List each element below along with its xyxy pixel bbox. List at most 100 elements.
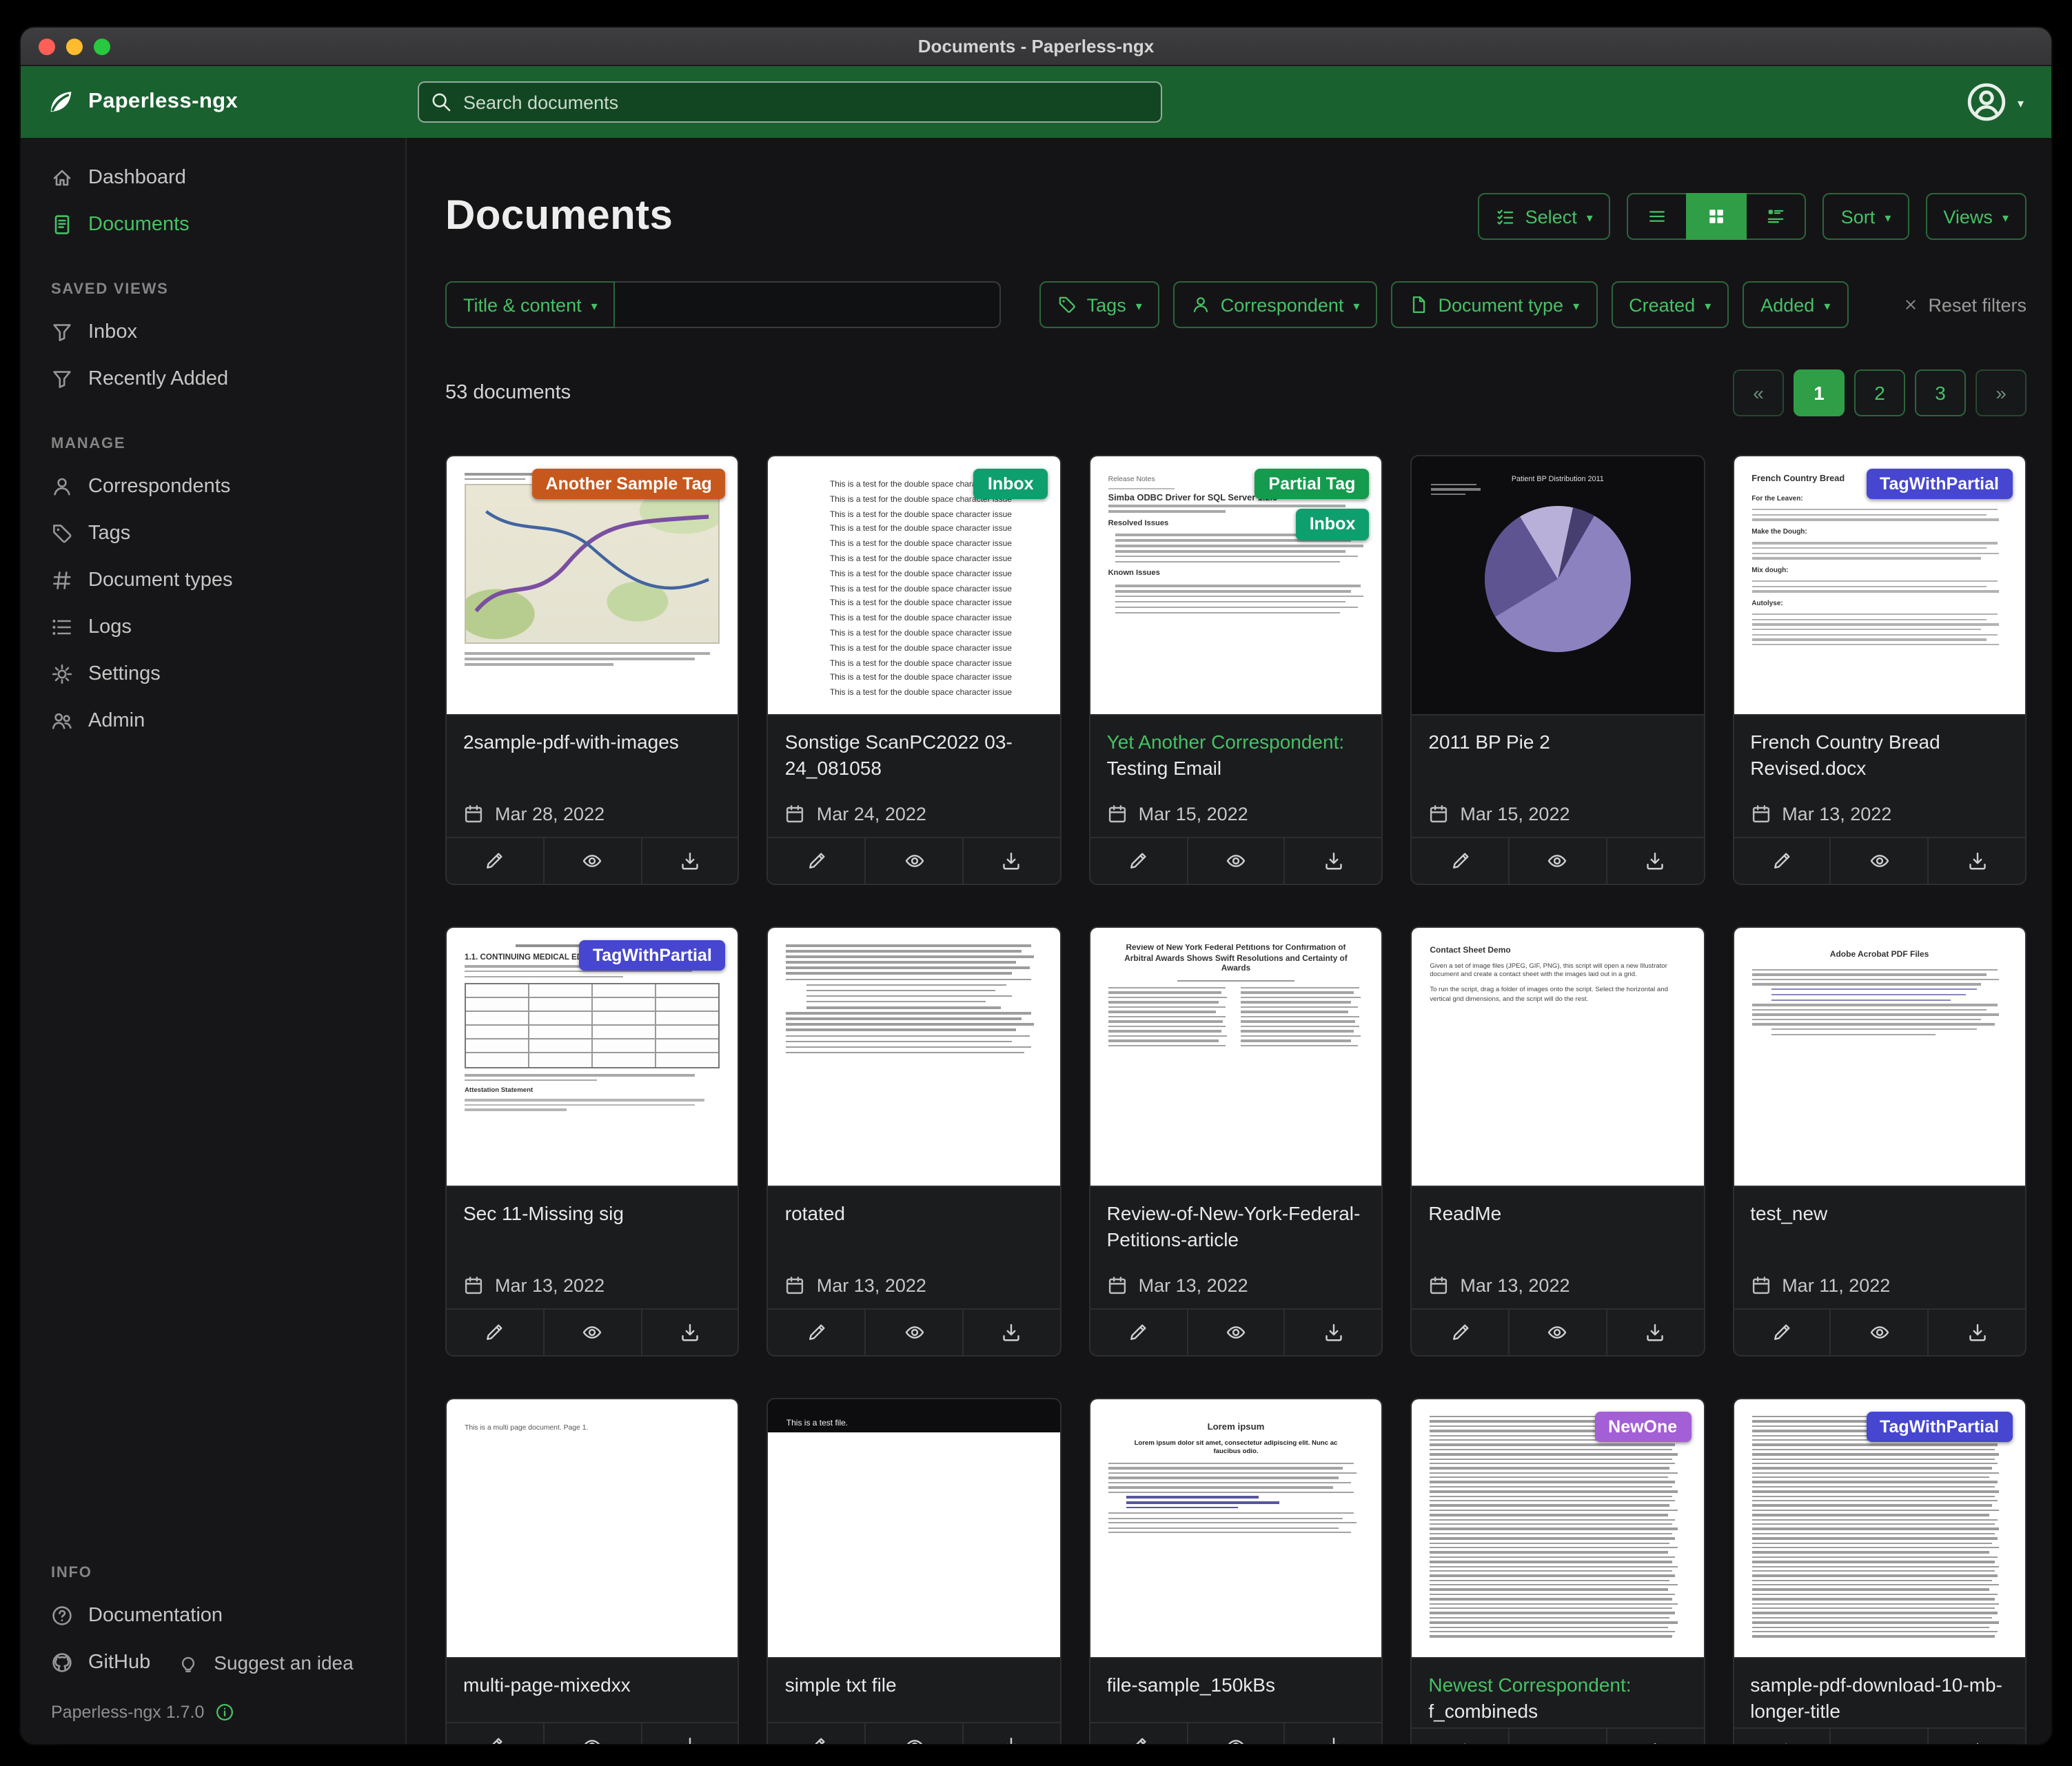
select-button[interactable]: Select ▾ — [1479, 193, 1611, 240]
info-icon[interactable] — [215, 1703, 234, 1722]
view-document-button[interactable] — [864, 838, 962, 884]
search-input[interactable] — [418, 81, 1162, 123]
document-card[interactable]: Another Sample Tag 2sample-pdf-with-imag… — [445, 455, 740, 885]
document-title[interactable]: 2sample-pdf-with-images — [447, 715, 738, 779]
sidebar-item-logs[interactable]: Logs — [21, 604, 405, 651]
caret-down-icon[interactable]: ▾ — [2018, 96, 2024, 111]
document-card[interactable]: This is a test for the double space char… — [767, 455, 1062, 885]
document-card[interactable]: Lorem ipsumLorem ipsum dolor sit amet, c… — [1089, 1398, 1383, 1744]
tag-pill[interactable]: Partial Tag — [1255, 469, 1369, 500]
document-thumbnail[interactable]: TagWithPartial — [1734, 1399, 2025, 1658]
document-card[interactable]: Review of New York Federal Petitions for… — [1089, 926, 1383, 1357]
edit-document-button[interactable] — [769, 838, 865, 884]
document-title[interactable]: test_new — [1734, 1187, 2025, 1250]
document-title[interactable]: sample-pdf-download-10-mb-longer-title — [1734, 1658, 2025, 1727]
document-thumbnail[interactable] — [769, 928, 1060, 1187]
document-card[interactable]: Contact Sheet DemoGiven a set of image f… — [1410, 926, 1705, 1357]
sidebar-item-tags[interactable]: Tags — [21, 510, 405, 557]
document-thumbnail[interactable]: Release NotesSimba ODBC Driver for SQL S… — [1090, 456, 1382, 715]
minimize-button[interactable] — [66, 38, 83, 54]
tag-pill[interactable]: TagWithPartial — [1866, 1412, 2013, 1443]
document-title[interactable]: Sec 11-Missing sig — [447, 1187, 738, 1250]
download-document-button[interactable] — [1606, 1310, 1704, 1355]
sidebar-item-admin[interactable]: Admin — [21, 698, 405, 744]
document-card[interactable]: French Country BreadFor the Leaven:Make … — [1732, 455, 2027, 885]
document-card[interactable]: Patient BP Distribution 2011 2011 BP Pie… — [1410, 455, 1705, 885]
document-title[interactable]: rotated — [769, 1187, 1060, 1250]
edit-document-button[interactable] — [1734, 838, 1830, 884]
sort-button[interactable]: Sort ▾ — [1823, 193, 1909, 240]
document-thumbnail[interactable]: Lorem ipsumLorem ipsum dolor sit amet, c… — [1090, 1399, 1382, 1658]
edit-document-button[interactable] — [1734, 1310, 1830, 1355]
document-thumbnail[interactable]: Another Sample Tag — [447, 456, 738, 715]
download-document-button[interactable] — [1284, 1310, 1382, 1355]
edit-document-button[interactable] — [1090, 1310, 1187, 1355]
next-page-button[interactable]: » — [1975, 369, 2027, 416]
page-1-button[interactable]: 1 — [1794, 369, 1845, 416]
document-card[interactable]: Release NotesSimba ODBC Driver for SQL S… — [1089, 455, 1383, 885]
view-document-button[interactable] — [1830, 838, 1928, 884]
document-thumbnail[interactable]: Adobe Acrobat PDF Files — [1734, 928, 2025, 1187]
download-document-button[interactable] — [1606, 1729, 1704, 1744]
download-document-button[interactable] — [1284, 1723, 1382, 1744]
added-filter-button[interactable]: Added ▾ — [1743, 281, 1848, 328]
edit-document-button[interactable] — [1090, 1723, 1187, 1744]
document-thumbnail[interactable]: This is a test file. — [769, 1399, 1060, 1658]
edit-document-button[interactable] — [1412, 1310, 1508, 1355]
edit-document-button[interactable] — [1090, 838, 1187, 884]
document-thumbnail[interactable]: NewOne — [1412, 1399, 1703, 1658]
view-document-button[interactable] — [1186, 1310, 1284, 1355]
view-document-button[interactable] — [1186, 1723, 1284, 1744]
document-card[interactable]: This is a multi page document. Page 1. m… — [445, 1398, 740, 1744]
view-document-button[interactable] — [1508, 1310, 1606, 1355]
document-title[interactable]: Newest Correspondent: f_combineds — [1412, 1658, 1703, 1727]
details-view-button[interactable] — [1746, 193, 1807, 240]
download-document-button[interactable] — [1927, 1310, 2025, 1355]
document-title[interactable]: Yet Another Correspondent: Testing Email — [1090, 715, 1382, 784]
list-view-button[interactable] — [1627, 193, 1688, 240]
document-title[interactable]: 2011 BP Pie 2 — [1412, 715, 1703, 779]
view-document-button[interactable] — [543, 1310, 641, 1355]
edit-document-button[interactable] — [1412, 838, 1508, 884]
sidebar-item-recently-added[interactable]: Recently Added — [21, 356, 405, 403]
sidebar-item-inbox[interactable]: Inbox — [21, 309, 405, 356]
sidebar-item-settings[interactable]: Settings — [21, 651, 405, 698]
document-card[interactable]: TagWithPartial sample-pdf-download-10-mb… — [1732, 1398, 2027, 1744]
document-thumbnail[interactable]: French Country BreadFor the Leaven:Make … — [1734, 456, 2025, 715]
page-2-button[interactable]: 2 — [1854, 369, 1905, 416]
download-document-button[interactable] — [1284, 838, 1382, 884]
page-3-button[interactable]: 3 — [1915, 369, 1966, 416]
edit-document-button[interactable] — [447, 1310, 543, 1355]
edit-document-button[interactable] — [447, 1723, 543, 1744]
download-document-button[interactable] — [1927, 1729, 2025, 1744]
document-card[interactable]: 1.1. CONTINUING MEDICAL EDUCAAttestation… — [445, 926, 740, 1357]
sidebar-item-dashboard[interactable]: Dashboard — [21, 154, 405, 201]
download-document-button[interactable] — [1606, 838, 1704, 884]
correspondent-filter-button[interactable]: Correspondent ▾ — [1174, 281, 1378, 328]
edit-document-button[interactable] — [1412, 1729, 1508, 1744]
views-button[interactable]: Views ▾ — [1925, 193, 2027, 240]
filter-text-input[interactable] — [616, 281, 1002, 328]
sidebar-item-github[interactable]: GitHub — [21, 1639, 159, 1686]
grid-view-button[interactable] — [1687, 193, 1747, 240]
document-card[interactable]: Adobe Acrobat PDF Files test_new Mar 11,… — [1732, 926, 2027, 1357]
view-document-button[interactable] — [1186, 838, 1284, 884]
view-document-button[interactable] — [864, 1723, 962, 1744]
view-document-button[interactable] — [864, 1310, 962, 1355]
view-document-button[interactable] — [543, 1723, 641, 1744]
view-document-button[interactable] — [1830, 1310, 1928, 1355]
edit-document-button[interactable] — [769, 1723, 865, 1744]
document-thumbnail[interactable]: Patient BP Distribution 2011 — [1412, 456, 1703, 715]
document-thumbnail[interactable]: This is a test for the double space char… — [769, 456, 1060, 715]
download-document-button[interactable] — [640, 1723, 738, 1744]
tag-pill[interactable]: NewOne — [1594, 1412, 1691, 1443]
document-title[interactable]: simple txt file — [769, 1658, 1060, 1722]
user-avatar-icon[interactable] — [1967, 81, 2008, 123]
view-document-button[interactable] — [1508, 1729, 1606, 1744]
document-card[interactable]: rotated Mar 13, 2022 — [767, 926, 1062, 1357]
close-button[interactable] — [39, 38, 55, 54]
document-title[interactable]: French Country Bread Revised.docx — [1734, 715, 2025, 784]
document-thumbnail[interactable]: 1.1. CONTINUING MEDICAL EDUCAAttestation… — [447, 928, 738, 1187]
download-document-button[interactable] — [640, 1310, 738, 1355]
sidebar-item-documentation[interactable]: Documentation — [21, 1592, 405, 1639]
